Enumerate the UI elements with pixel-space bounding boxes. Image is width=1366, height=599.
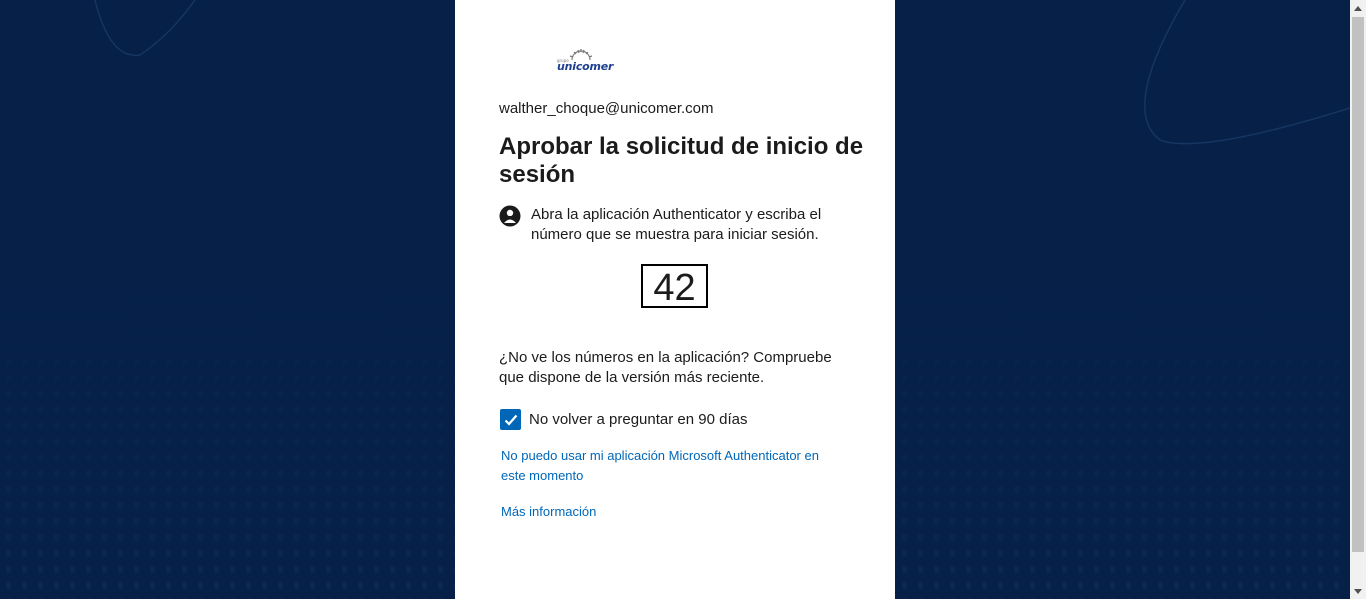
account-email: walther_choque@unicomer.com	[499, 100, 714, 117]
checkmark-icon	[504, 414, 517, 426]
remember-label[interactable]: No volver a preguntar en 90 días	[529, 411, 747, 428]
scroll-down-button[interactable]	[1350, 583, 1366, 599]
scroll-thumb[interactable]	[1352, 17, 1364, 552]
verification-number-box: 42	[641, 264, 708, 309]
remember-checkbox[interactable]	[500, 409, 521, 430]
instruction-text: Abra la aplicación Authenticator y escri…	[531, 206, 822, 243]
company-logo: grupo unicomer	[556, 48, 616, 78]
page-title: Aprobar la solicitud de inicio de sesión	[499, 133, 864, 188]
vertical-scrollbar[interactable]	[1350, 0, 1366, 599]
authenticator-lock-icon	[499, 205, 521, 227]
verification-number: 42	[653, 267, 696, 309]
scroll-up-button[interactable]	[1350, 0, 1366, 16]
help-text: ¿No ve los números en la aplicación? Com…	[499, 349, 832, 386]
scroll-down-arrow-icon	[1354, 588, 1362, 594]
more-info-link[interactable]: Más información	[501, 502, 596, 522]
logo-text: unicomer	[557, 60, 614, 73]
scroll-up-arrow-icon	[1354, 5, 1362, 11]
cant-use-authenticator-link[interactable]: No puedo usar mi aplicación Microsoft Au…	[501, 446, 841, 486]
